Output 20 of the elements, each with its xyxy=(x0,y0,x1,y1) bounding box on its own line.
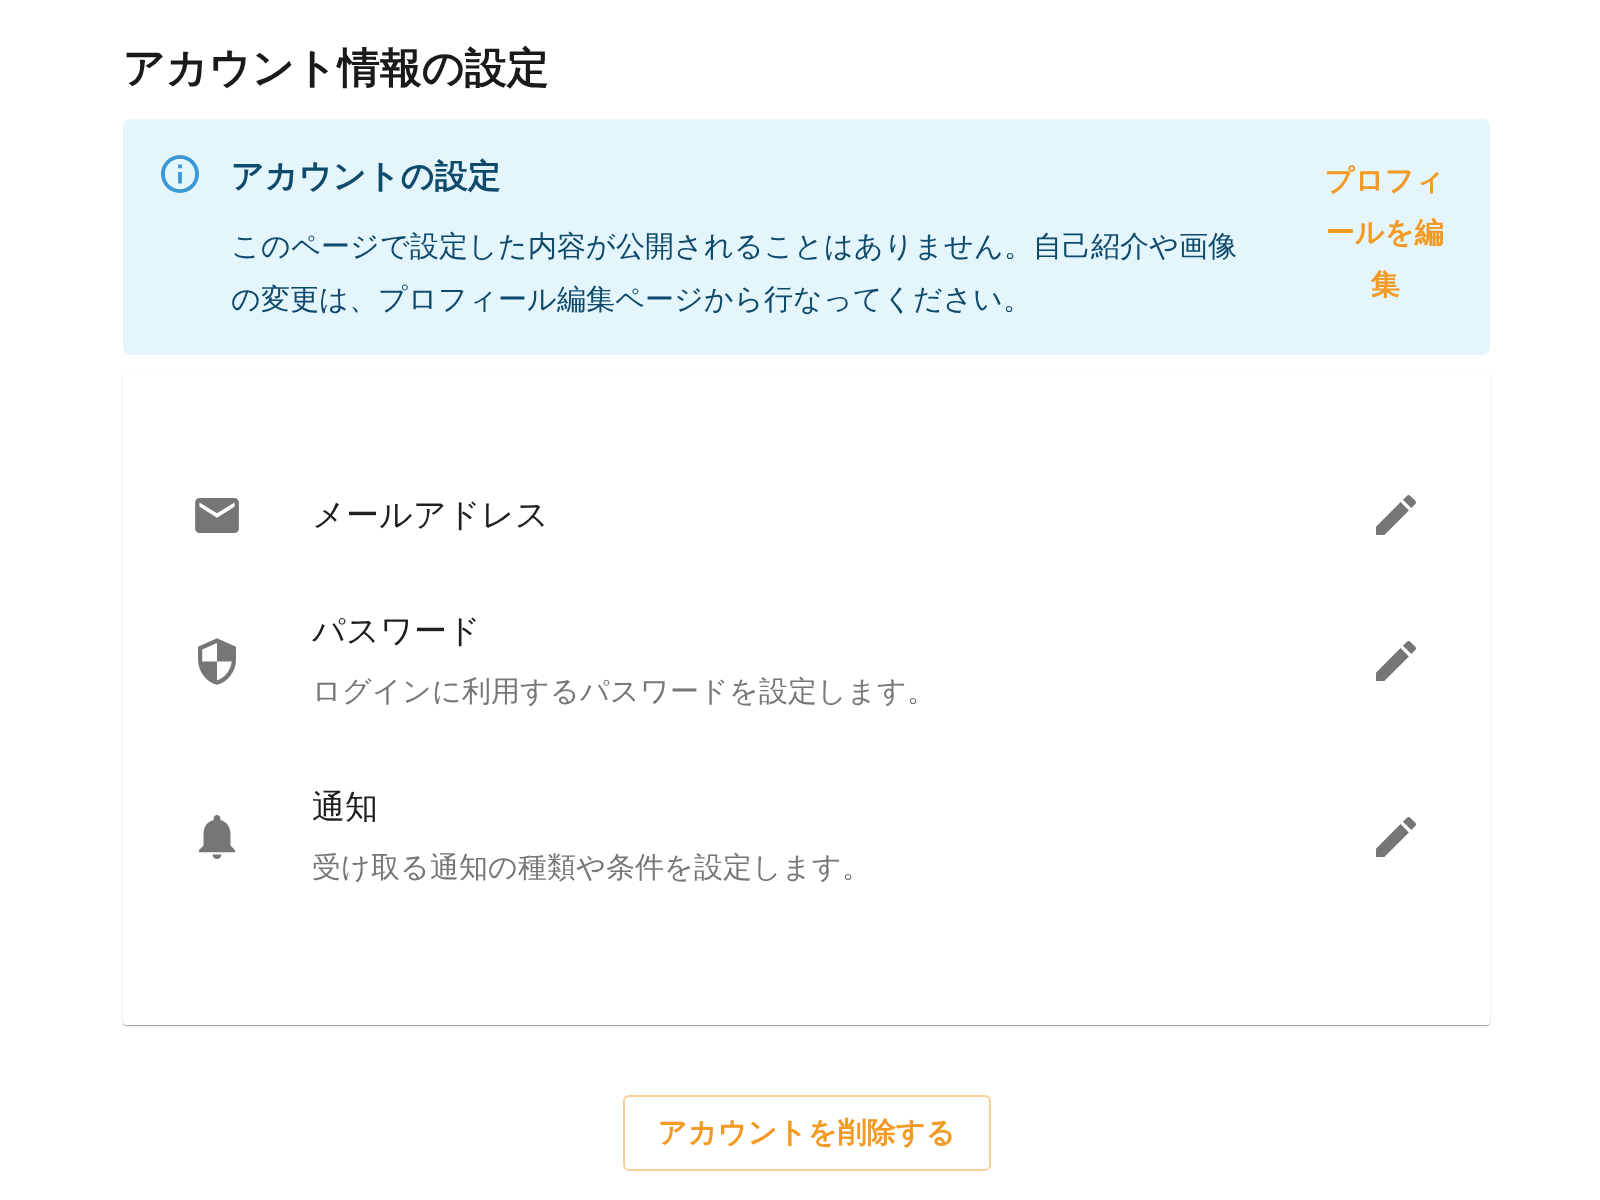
bell-icon xyxy=(199,815,235,859)
pencil-icon xyxy=(1376,495,1416,535)
info-icon xyxy=(161,155,199,193)
edit-button[interactable] xyxy=(1376,817,1416,857)
delete-account-button[interactable]: アカウントを削除する xyxy=(622,1095,991,1171)
edit-button[interactable] xyxy=(1376,495,1416,535)
edit-button[interactable] xyxy=(1376,641,1416,681)
notice-message: このページで設定した内容が公開されることはありません。自己紹介や画像の変更は、プロフィール編集ページから行なってください。 xyxy=(231,228,1238,318)
setting-description: ログインに利用するパスワードを設定します。 xyxy=(312,673,936,710)
page-title: アカウント情報の設定 xyxy=(123,42,549,94)
setting-title: 通知 xyxy=(312,786,378,828)
setting-description: 受け取る通知の種類や条件を設定します。 xyxy=(312,849,871,886)
setting-title: メールアドレス xyxy=(312,494,549,536)
pencil-icon xyxy=(1376,817,1416,857)
shield-icon xyxy=(198,637,236,685)
notice-title: アカウントの設定 xyxy=(231,155,501,197)
setting-title: パスワード xyxy=(312,610,481,652)
pencil-icon xyxy=(1376,641,1416,681)
envelope-icon xyxy=(195,497,239,533)
edit-profile-link[interactable]: プロフィールを編集 xyxy=(1323,154,1447,310)
